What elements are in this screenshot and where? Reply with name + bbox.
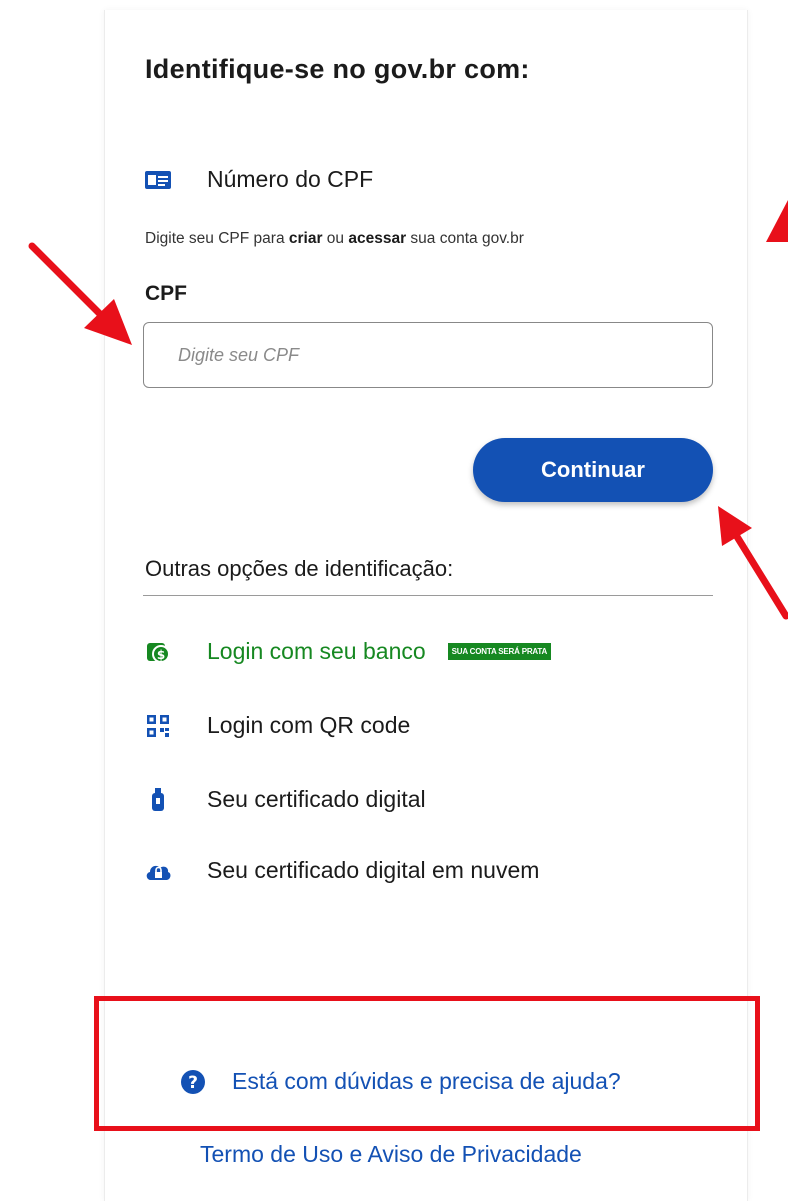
continue-button[interactable]: Continuar [473,438,713,502]
arrow-tip-offscreen [766,200,788,242]
other-options-divider [143,595,713,596]
cpf-helper-text: Digite seu CPF para criar ou acessar sua… [145,230,524,248]
bank-money-icon: $ [145,639,171,665]
bank-login-option[interactable]: $ Login com seu banco SUA CONTA SERÁ PRA… [145,638,552,665]
qr-login-label: Login com QR code [207,712,411,738]
qr-code-icon [145,713,171,739]
silver-account-badge: SUA CONTA SERÁ PRATA [447,643,552,660]
id-card-icon [145,169,171,191]
help-link-label: Está com dúvidas e precisa de ajuda? [232,1068,621,1094]
digital-certificate-option[interactable]: Seu certificado digital [145,786,426,813]
cloud-lock-icon [145,858,171,884]
svg-text:?: ? [188,1073,198,1093]
other-options-title: Outras opções de identificação: [145,556,454,581]
page-title: Identifique-se no gov.br com: [145,54,530,84]
cpf-method-label: Número do CPF [207,166,374,192]
highlight-box [94,996,760,1131]
helper-text-part: sua conta gov.br [406,230,524,247]
cloud-certificate-label: Seu certificado digital em nuvem [207,857,540,883]
usb-token-icon [145,787,171,813]
cpf-field-label: CPF [145,282,187,305]
helper-text-part: Digite seu CPF para [145,230,289,247]
svg-text:$: $ [157,648,165,662]
cpf-input[interactable] [143,322,713,388]
helper-bold-acessar: acessar [348,230,407,247]
question-circle-icon: ? [180,1069,206,1095]
cpf-method-row: Número do CPF [145,166,373,193]
terms-privacy-link[interactable]: Termo de Uso e Aviso de Privacidade [200,1141,582,1168]
bank-login-label: Login com seu banco [207,638,426,664]
cloud-certificate-option[interactable]: Seu certificado digital em nuvem [145,857,539,884]
qr-login-option[interactable]: Login com QR code [145,712,410,739]
helper-bold-criar: criar [288,230,323,247]
help-link[interactable]: ? Está com dúvidas e precisa de ajuda? [180,1068,621,1095]
helper-text-part: ou [322,230,349,247]
digital-certificate-label: Seu certificado digital [207,786,426,812]
